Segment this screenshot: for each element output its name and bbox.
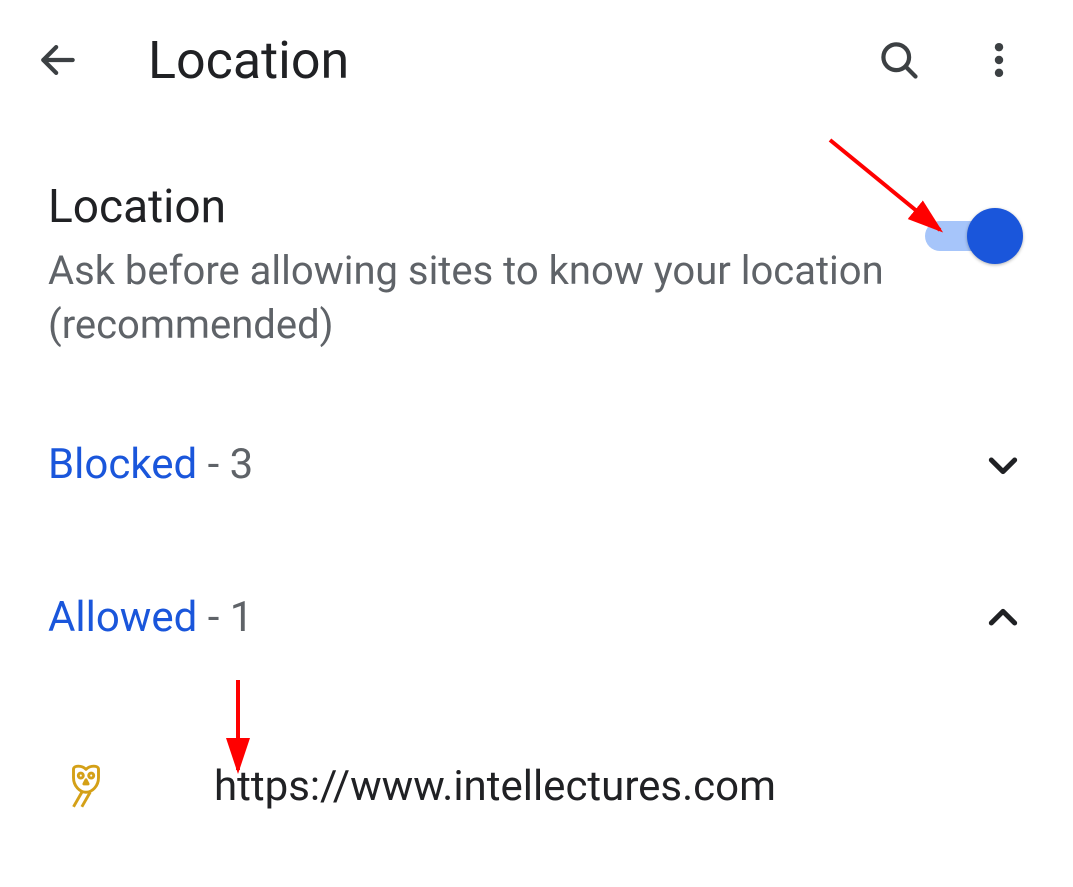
search-button[interactable]	[849, 10, 949, 110]
toggle-thumb	[967, 208, 1023, 264]
blocked-label: Blocked - 3	[48, 440, 253, 489]
page-title: Location	[148, 30, 849, 91]
chevron-down-icon	[981, 443, 1025, 487]
appbar: Location	[0, 0, 1073, 120]
back-button[interactable]	[8, 10, 108, 110]
allowed-section-row[interactable]: Allowed - 1	[0, 537, 1073, 690]
more-button[interactable]	[949, 10, 1049, 110]
setting-description: Ask before allowing sites to know your l…	[48, 244, 885, 352]
allowed-site-row[interactable]: https://www.intellectures.com	[0, 690, 1073, 842]
search-icon	[877, 38, 921, 82]
site-favicon	[58, 758, 114, 814]
site-url: https://www.intellectures.com	[214, 762, 776, 811]
setting-text: Location Ask before allowing sites to kn…	[48, 180, 925, 352]
arrow-left-icon	[36, 38, 80, 82]
blocked-count: 3	[230, 440, 254, 489]
more-vertical-icon	[977, 38, 1021, 82]
blocked-section-row[interactable]: Blocked - 3	[0, 392, 1073, 537]
chevron-up-icon	[981, 596, 1025, 640]
allowed-label: Allowed - 1	[48, 593, 253, 642]
location-toggle[interactable]	[925, 208, 1025, 264]
setting-title: Location	[48, 180, 885, 234]
location-toggle-row[interactable]: Location Ask before allowing sites to kn…	[0, 120, 1073, 392]
owl-icon	[61, 761, 111, 811]
blocked-label-text: Blocked	[48, 440, 197, 489]
allowed-label-text: Allowed	[48, 593, 197, 642]
allowed-count: 1	[230, 593, 254, 642]
